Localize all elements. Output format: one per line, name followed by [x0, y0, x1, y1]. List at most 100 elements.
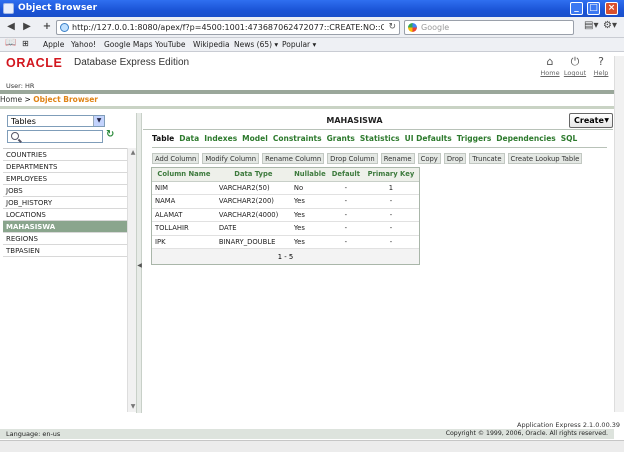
object-type-value[interactable]: Tables	[11, 117, 36, 126]
table-cell: ALAMAT	[152, 208, 216, 222]
bookmark-youtube[interactable]: YouTube	[155, 40, 186, 49]
search-bar[interactable]: Google	[404, 20, 574, 35]
object-list-item[interactable]: COUNTRIES	[3, 149, 127, 161]
bookmark-google-maps[interactable]: Google Maps	[104, 40, 153, 49]
tab-dependencies[interactable]: Dependencies	[496, 134, 555, 143]
object-list: COUNTRIES DEPARTMENTS EMPLOYEES JOBS JOB_HIS…	[3, 148, 127, 412]
object-search-input[interactable]	[7, 130, 103, 143]
rename-button[interactable]: Rename	[380, 153, 415, 164]
table-cell: TOLLAHIR	[152, 221, 216, 236]
gear-icon[interactable]: ⚙▾	[603, 20, 617, 31]
refresh-icon[interactable]: ↻	[106, 129, 114, 140]
tab-table[interactable]: Table	[152, 134, 174, 143]
bookmarks-bar: 📖 ⊞ Apple Yahoo! Google Maps YouTube Wik…	[0, 38, 624, 52]
create-lookup-table-button[interactable]: Create Lookup Table	[507, 153, 583, 164]
table-cell: NAMA	[152, 194, 216, 209]
table-cell: -	[362, 221, 419, 236]
object-list-item[interactable]: MAHASISWA	[3, 221, 127, 233]
tab-ui-defaults[interactable]: UI Defaults	[405, 134, 452, 143]
page-scrollbar[interactable]	[614, 56, 624, 412]
tab-grants[interactable]: Grants	[327, 134, 355, 143]
minimize-button[interactable]: _	[570, 2, 583, 15]
browser-toolbar: ◀ ▶ + http://127.0.0.1:8080/apex/f?p=450…	[0, 17, 624, 38]
bookmark-yahoo[interactable]: Yahoo!	[71, 40, 96, 49]
oracle-logo[interactable]: ORACLE	[6, 56, 62, 70]
object-list-item[interactable]: LOCATIONS	[3, 209, 127, 221]
google-icon	[408, 23, 417, 32]
help-link-label[interactable]: Help	[587, 69, 615, 77]
table-cell: Yes	[290, 235, 329, 249]
tab-data[interactable]: Data	[179, 134, 199, 143]
object-list-item[interactable]: TBPASIEN	[3, 245, 127, 257]
object-list-panel: Tables ▼ ↻ COUNTRIES DEPARTMENTS EMPLOYEES…	[3, 113, 137, 413]
home-icon: ⌂	[546, 55, 554, 68]
app-version: Application Express 2.1.0.00.39	[517, 421, 621, 429]
collapse-icon[interactable]: ◀	[137, 260, 142, 272]
truncate-button[interactable]: Truncate	[469, 153, 505, 164]
header-home-link[interactable]: ⌂ Home	[536, 55, 564, 77]
browser-status-bar	[0, 440, 624, 452]
tab-constraints[interactable]: Constraints	[273, 134, 322, 143]
copy-button[interactable]: Copy	[417, 153, 441, 164]
table-cell: VARCHAR2(200)	[215, 194, 291, 209]
modify-column-button[interactable]: Modify Column	[202, 153, 260, 164]
add-column-button[interactable]: Add Column	[152, 153, 200, 164]
object-tabs: Table Data Indexes Model Constraints Grants St…	[152, 134, 582, 145]
tab-model[interactable]: Model	[242, 134, 268, 143]
table-actions: Add Column Modify Column Rename Column Drop…	[152, 153, 585, 164]
forward-icon[interactable]: ▶	[20, 20, 34, 34]
maximize-button[interactable]: □	[587, 2, 600, 15]
table-cell: -	[362, 194, 419, 209]
table-cell: 1	[362, 181, 419, 195]
bookmark-apple[interactable]: Apple	[43, 40, 64, 49]
column-header: Column Name	[152, 168, 216, 182]
tab-sql[interactable]: SQL	[561, 134, 578, 143]
tab-indexes[interactable]: Indexes	[204, 134, 237, 143]
tab-statistics[interactable]: Statistics	[360, 134, 400, 143]
object-list-item[interactable]: JOBS	[3, 185, 127, 197]
column-header: Nullable	[290, 168, 329, 182]
tab-triggers[interactable]: Triggers	[457, 134, 492, 143]
table-cell: -	[328, 221, 363, 236]
object-list-item[interactable]: REGIONS	[3, 233, 127, 245]
create-button[interactable]: Create ▼	[569, 113, 613, 128]
close-button[interactable]: ×	[605, 2, 618, 15]
address-url[interactable]: http://127.0.0.1:8080/apex/f?p=4500:1001…	[72, 23, 384, 32]
drop-column-button[interactable]: Drop Column	[327, 153, 378, 164]
language-label: Language: en-us	[6, 430, 61, 438]
table-row: ALAMAT VARCHAR2(4000) Yes - -	[152, 208, 419, 222]
bookmark-wikipedia[interactable]: Wikipedia	[193, 40, 230, 49]
search-placeholder[interactable]: Google	[421, 23, 449, 32]
breadcrumb: Home > Object Browser	[0, 95, 624, 106]
new-tab-button[interactable]: +	[40, 20, 54, 34]
footer-bar: Language: en-us Copyright © 1999, 2006, …	[0, 429, 614, 439]
reload-icon[interactable]: ↻	[388, 22, 396, 32]
chevron-down-icon[interactable]: ▼	[93, 116, 104, 126]
object-list-item[interactable]: DEPARTMENTS	[3, 161, 127, 173]
table-row: NIM VARCHAR2(50) No -1	[152, 181, 419, 195]
table-cell: -	[328, 208, 363, 222]
bookmark-popular[interactable]: Popular ▾	[282, 40, 316, 49]
object-list-item[interactable]: JOB_HISTORY	[3, 197, 127, 209]
object-list-item[interactable]: EMPLOYEES	[3, 173, 127, 185]
logout-link-label[interactable]: Logout	[561, 69, 589, 77]
grid-icon[interactable]: ⊞	[22, 39, 29, 48]
page-menu-icon[interactable]: ▤▾	[584, 20, 598, 31]
address-bar[interactable]: http://127.0.0.1:8080/apex/f?p=4500:1001…	[56, 20, 400, 35]
column-header: Primary Key	[362, 168, 419, 182]
panel-splitter[interactable]: ◀	[136, 113, 142, 413]
breadcrumb-current: Object Browser	[33, 95, 99, 104]
table-cell: Yes	[290, 208, 329, 222]
bookmark-news[interactable]: News (65) ▾	[234, 40, 278, 49]
header-help-link[interactable]: ? Help	[587, 55, 615, 77]
breadcrumb-home[interactable]: Home	[0, 95, 22, 104]
pagination: 1 - 5	[277, 253, 294, 261]
header-logout-link[interactable]: ⏻ Logout	[561, 55, 589, 77]
drop-button[interactable]: Drop	[443, 153, 467, 164]
back-icon[interactable]: ◀	[4, 20, 18, 34]
object-type-select[interactable]: Tables ▼	[7, 115, 105, 127]
bookmarks-book-icon[interactable]: 📖	[5, 38, 16, 48]
create-button-label[interactable]: Create	[574, 116, 604, 125]
rename-column-button[interactable]: Rename Column	[262, 153, 325, 164]
home-link-label[interactable]: Home	[536, 69, 564, 77]
